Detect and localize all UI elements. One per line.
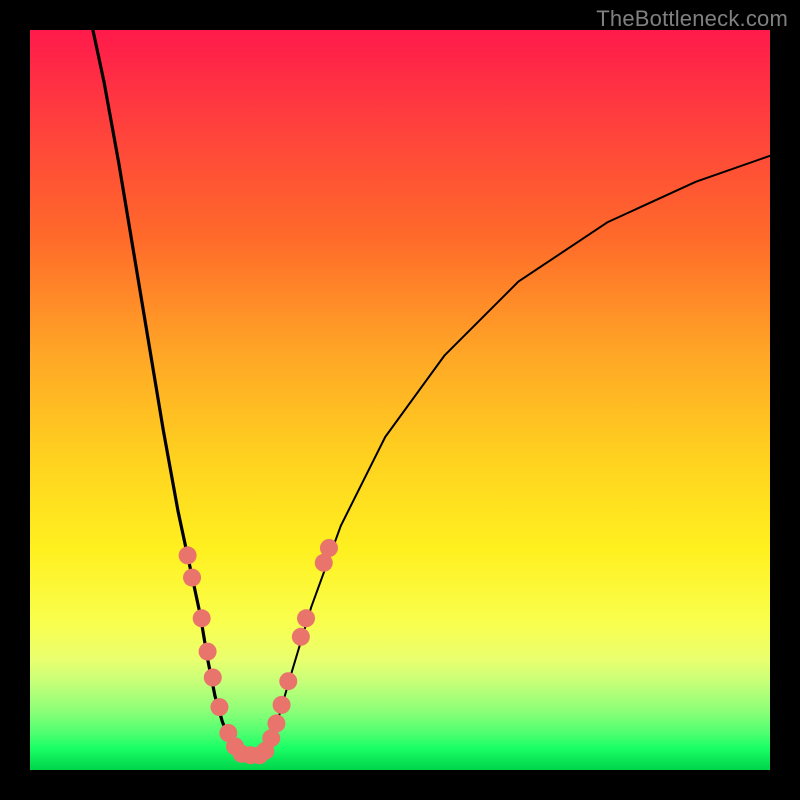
marker-dot: [273, 696, 291, 714]
marker-dot: [199, 643, 217, 661]
marker-dot: [297, 609, 315, 627]
markers-group: [179, 539, 338, 764]
marker-dot: [204, 669, 222, 687]
curve-svg: [30, 30, 770, 770]
marker-dot: [267, 714, 285, 732]
watermark-label: TheBottleneck.com: [596, 6, 788, 32]
marker-dot: [292, 628, 310, 646]
plot-area: [30, 30, 770, 770]
marker-dot: [193, 609, 211, 627]
marker-dot: [179, 546, 197, 564]
series-group: [93, 30, 770, 755]
marker-dot: [320, 539, 338, 557]
marker-dot: [183, 569, 201, 587]
outer-frame: TheBottleneck.com: [0, 0, 800, 800]
series-left-curve: [93, 30, 241, 755]
series-right-curve: [263, 156, 770, 755]
marker-dot: [279, 672, 297, 690]
marker-dot: [210, 698, 228, 716]
